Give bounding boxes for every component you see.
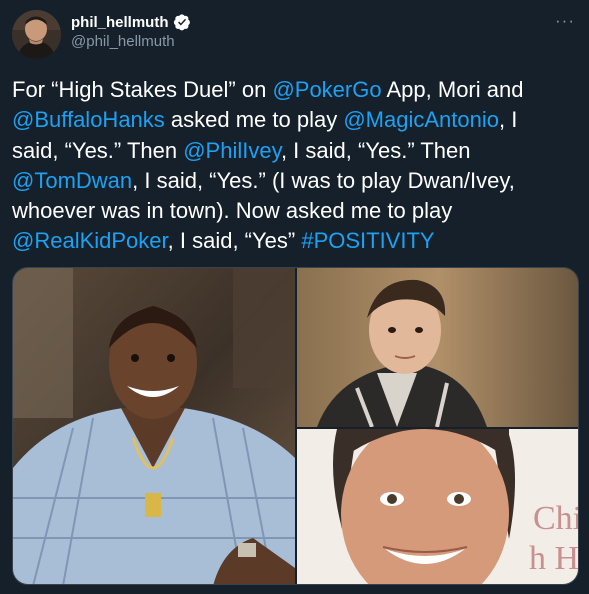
tweet-text-segment: said, “Yes.” Then (12, 137, 184, 163)
mention-link[interactable]: @PhilIvey (183, 138, 281, 163)
tweet-text-segment: , I said, “Yes.” Then (280, 137, 471, 163)
tweet-text-segment: , I said, “Yes.” (I was to play Dwan/Ive… (132, 167, 515, 193)
mention-link[interactable]: @TomDwan (12, 168, 132, 193)
verified-badge-icon (173, 13, 191, 31)
tweet-text: For “High Stakes Duel” on @PokerGo App, … (12, 75, 582, 257)
mention-link[interactable]: @MagicAntonio (343, 107, 499, 132)
tweet-line: @BuffaloHanks asked me to play @MagicAnt… (12, 105, 582, 135)
background-text: Chi (533, 500, 579, 537)
tweet-header: phil_hellmuth @phil_hellmuth (12, 10, 191, 59)
tweet-text-segment: asked me to play (164, 107, 344, 133)
author-names: phil_hellmuth @phil_hellmuth (71, 13, 191, 50)
mention-link[interactable]: @PokerGo (272, 77, 381, 102)
photo-tom-dwan[interactable] (297, 268, 579, 427)
name-row: phil_hellmuth (71, 13, 191, 31)
tweet-text-segment: , I (498, 107, 518, 133)
svg-text:h H: h H (529, 540, 579, 577)
tweet-text-segment: , I said, “Yes” (167, 228, 302, 254)
display-name[interactable]: phil_hellmuth (71, 14, 169, 31)
photo-daniel-negreanu[interactable]: Chi h H (297, 429, 579, 585)
hashtag-link[interactable]: #POSITIVITY (301, 228, 434, 253)
tweet-line: whoever was in town). Now asked me to pl… (12, 196, 582, 226)
tweet-text-segment: App, Mori and (381, 77, 524, 102)
photo-phil-ivey[interactable] (13, 268, 295, 585)
tweet-text-segment: For “High Stakes Duel” on (12, 77, 273, 102)
avatar[interactable] (12, 10, 61, 59)
media-grid: Chi h H (12, 267, 579, 585)
more-options-icon[interactable]: ··· (555, 12, 575, 29)
tweet-line: @RealKidPoker, I said, “Yes” #POSITIVITY (12, 226, 582, 256)
tweet-line: @TomDwan, I said, “Yes.” (I was to play … (12, 166, 582, 196)
tweet-line: said, “Yes.” Then @PhilIvey, I said, “Ye… (12, 136, 582, 166)
mention-link[interactable]: @BuffaloHanks (12, 107, 165, 132)
tweet-text-segment: whoever was in town). Now asked me to pl… (12, 198, 453, 224)
tweet: phil_hellmuth @phil_hellmuth ··· For “Hi… (0, 0, 589, 594)
handle[interactable]: @phil_hellmuth (71, 33, 191, 50)
tweet-line: For “High Stakes Duel” on @PokerGo App, … (12, 75, 582, 105)
mention-link[interactable]: @RealKidPoker (12, 228, 168, 253)
